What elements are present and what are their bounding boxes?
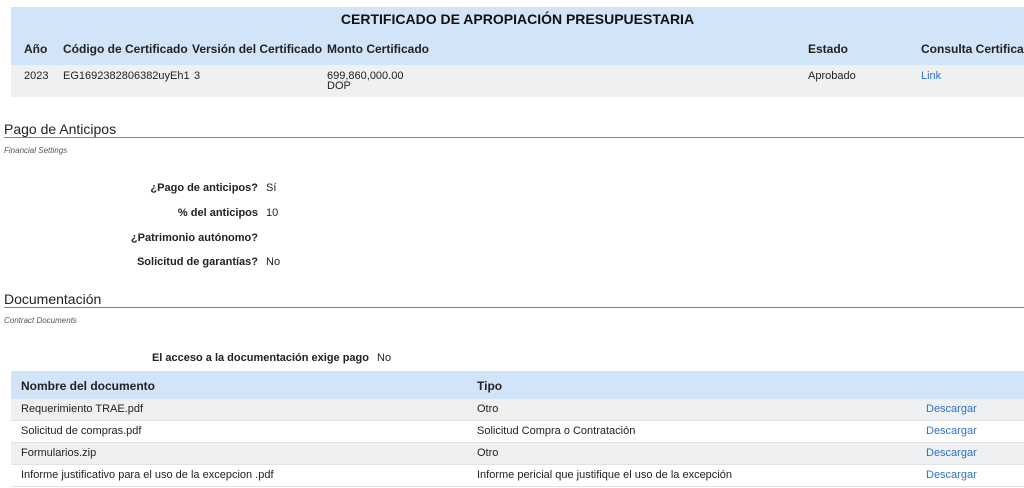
download-link[interactable]: Descargar (926, 403, 977, 415)
certificate-row: 2023 EG1692382806382uyEh1 3 699,860,000.… (11, 65, 1024, 97)
download-link[interactable]: Descargar (926, 425, 977, 437)
download-link[interactable]: Descargar (926, 447, 977, 459)
header-year: Año (24, 42, 48, 56)
field-label: El acceso a la documentación exige pago (151, 352, 369, 364)
field-label: % del anticipos (177, 207, 258, 219)
document-row: Solicitud de compras.pdf Solicitud Compr… (11, 421, 1024, 443)
field-value: No (266, 256, 281, 268)
advance-payment-rule (4, 137, 1024, 138)
certificate-title: CERTIFICADO DE APROPIACIÓN PRESUPUESTARI… (11, 7, 1024, 31)
document-row: Informe justificativo para el uso de la … (11, 465, 1024, 487)
cell-code: EG1692382806382uyEh1 (63, 70, 190, 82)
documents-table: Nombre del documento Tipo Requerimiento … (11, 371, 1024, 487)
header-version: Versión del Certificado (192, 42, 323, 56)
field-value: No (377, 352, 392, 364)
documentation-title: Documentación (4, 291, 102, 307)
cell-amount: 699,860,000.00 DOP (327, 71, 403, 92)
document-type: Solicitud Compra o Contratación (477, 425, 636, 437)
cell-year: 2023 (24, 70, 49, 82)
field-label: ¿Patrimonio autónomo? (130, 232, 258, 244)
field-label: ¿Pago de anticipos? (150, 182, 258, 194)
header-amount: Monto Certificado (327, 42, 429, 56)
cell-version: 3 (194, 70, 201, 82)
field-value: Sí (266, 182, 277, 194)
document-type: Otro (477, 447, 499, 459)
certificate-header-row: Año Código de Certificado Versión del Ce… (11, 31, 1024, 65)
amount-currency: DOP (327, 80, 351, 92)
field-label: Solicitud de garantías? (136, 256, 258, 268)
document-type: Informe pericial que justifique el uso d… (477, 469, 732, 481)
document-name: Solicitud de compras.pdf (21, 425, 142, 437)
documents-header-row: Nombre del documento Tipo (11, 371, 1024, 399)
header-code: Código de Certificado (63, 42, 188, 56)
header-query: Consulta Certificado (921, 42, 1024, 56)
document-name: Requerimiento TRAE.pdf (21, 403, 144, 415)
field-value: 10 (266, 207, 279, 219)
advance-payment-title: Pago de Anticipos (4, 121, 117, 137)
document-name: Informe justificativo para el uso de la … (21, 469, 274, 481)
document-type: Otro (477, 403, 499, 415)
document-row: Formularios.zip Otro Descargar (11, 443, 1024, 465)
document-name: Formularios.zip (21, 447, 97, 459)
header-status: Estado (808, 42, 849, 56)
header-document-name: Nombre del documento (21, 379, 156, 393)
certificate-table: CERTIFICADO DE APROPIACIÓN PRESUPUESTARI… (11, 7, 1024, 97)
advance-payment-subtitle: Financial Settings (4, 146, 68, 155)
documentation-subtitle: Contract Documents (4, 316, 77, 325)
documentation-rule (4, 307, 1024, 308)
cell-status: Aprobado (808, 70, 856, 82)
header-document-type: Tipo (477, 379, 503, 393)
download-link[interactable]: Descargar (926, 469, 977, 481)
certificate-link[interactable]: Link (921, 70, 941, 82)
document-row: Requerimiento TRAE.pdf Otro Descargar (11, 399, 1024, 421)
